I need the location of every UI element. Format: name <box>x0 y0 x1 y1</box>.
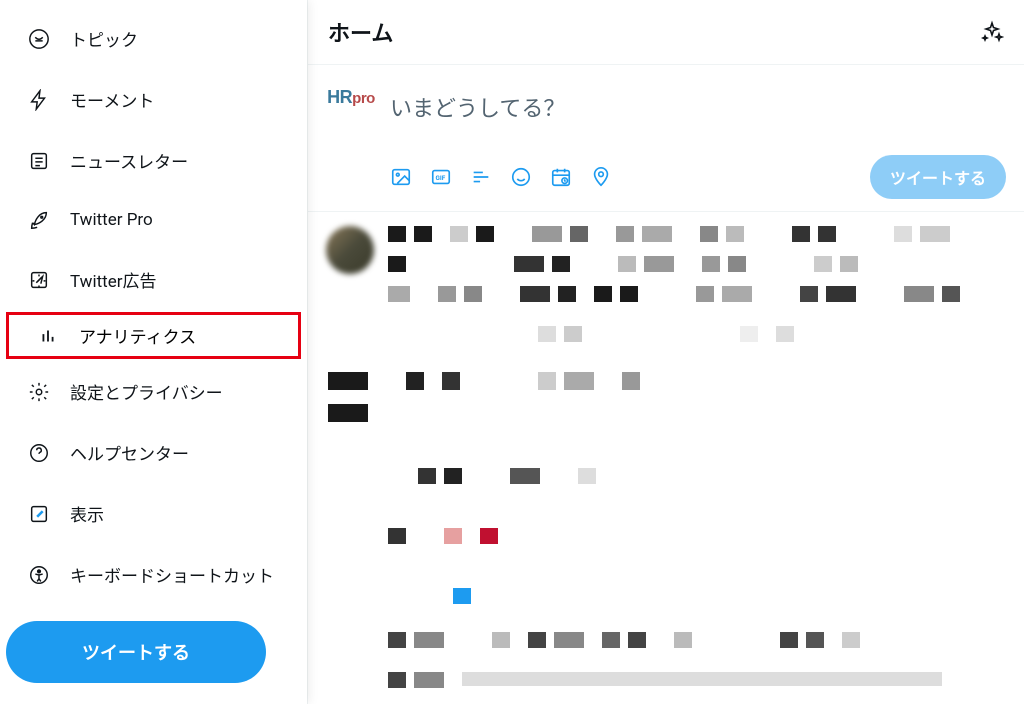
tweet-button-sidebar[interactable]: ツイートする <box>6 621 266 683</box>
sidebar-item-label: トピック <box>70 26 138 51</box>
svg-text:GIF: GIF <box>436 174 446 182</box>
sidebar-item-twitter-ads[interactable]: Twitter広告 <box>0 249 307 310</box>
sidebar-item-label: ヘルプセンター <box>70 440 189 465</box>
gear-icon <box>28 381 50 403</box>
feed-post <box>326 468 1006 694</box>
sidebar-menu: トピック モーメント ニュースレター Twitter Pro Twitter広告… <box>0 0 307 704</box>
feed-content-blurred <box>388 468 1006 694</box>
sidebar-item-twitter-pro[interactable]: Twitter Pro <box>0 191 307 249</box>
sidebar-item-analytics[interactable]: アナリティクス <box>6 312 301 359</box>
sidebar-item-newsletters[interactable]: ニュースレター <box>0 130 307 191</box>
sidebar-item-label: 表示 <box>70 501 104 526</box>
poll-icon[interactable] <box>470 166 492 188</box>
feed-avatar[interactable] <box>326 226 374 274</box>
compose-toolbar: GIF ツイートする <box>390 155 1006 199</box>
tweet-button-compose[interactable]: ツイートする <box>870 155 1006 199</box>
help-icon <box>28 442 50 464</box>
schedule-icon[interactable] <box>550 166 572 188</box>
sidebar-item-label: Twitter広告 <box>70 267 156 292</box>
gif-icon[interactable]: GIF <box>430 166 452 188</box>
display-icon <box>28 503 50 525</box>
media-icon[interactable] <box>390 166 412 188</box>
topics-icon <box>28 28 50 50</box>
accessibility-icon <box>28 564 50 586</box>
sidebar-item-label: ニュースレター <box>70 148 188 173</box>
sidebar-item-label: アナリティクス <box>79 323 196 348</box>
sidebar-item-settings[interactable]: 設定とプライバシー <box>0 361 307 422</box>
feed-post <box>326 372 1006 428</box>
rocket-icon <box>28 209 50 231</box>
main-column: ホーム HRpro いまどうしてる？ GIF <box>307 0 1024 704</box>
sidebar-item-label: Twitter Pro <box>70 210 153 230</box>
hrpro-logo: HRpro <box>327 87 375 108</box>
sidebar-item-display[interactable]: 表示 <box>0 483 307 544</box>
sidebar-item-label: モーメント <box>70 87 154 112</box>
compose-box: HRpro いまどうしてる？ GIF <box>308 65 1024 212</box>
newsletters-icon <box>28 150 50 172</box>
sidebar-item-moments[interactable]: モーメント <box>0 69 307 130</box>
moments-icon <box>28 89 50 111</box>
timeline-header: ホーム <box>308 0 1024 65</box>
sidebar-item-help[interactable]: ヘルプセンター <box>0 422 307 483</box>
timeline-feed <box>308 212 1024 704</box>
sidebar-item-keyboard[interactable]: キーボードショートカット <box>0 544 307 605</box>
sparkle-icon[interactable] <box>980 20 1004 44</box>
feed-content-blurred <box>388 226 1006 348</box>
profile-avatar[interactable]: HRpro <box>326 87 376 109</box>
feed-post <box>326 226 1006 348</box>
location-icon[interactable] <box>590 166 612 188</box>
emoji-icon[interactable] <box>510 166 532 188</box>
ads-icon <box>28 269 50 291</box>
sidebar-item-label: キーボードショートカット <box>70 562 274 587</box>
sidebar-item-topics[interactable]: トピック <box>0 8 307 69</box>
page-title: ホーム <box>328 16 393 48</box>
analytics-icon <box>37 325 59 347</box>
sidebar-item-label: 設定とプライバシー <box>70 379 223 404</box>
feed-content-blurred <box>388 372 1006 428</box>
compose-placeholder[interactable]: いまどうしてる？ <box>390 81 1006 155</box>
